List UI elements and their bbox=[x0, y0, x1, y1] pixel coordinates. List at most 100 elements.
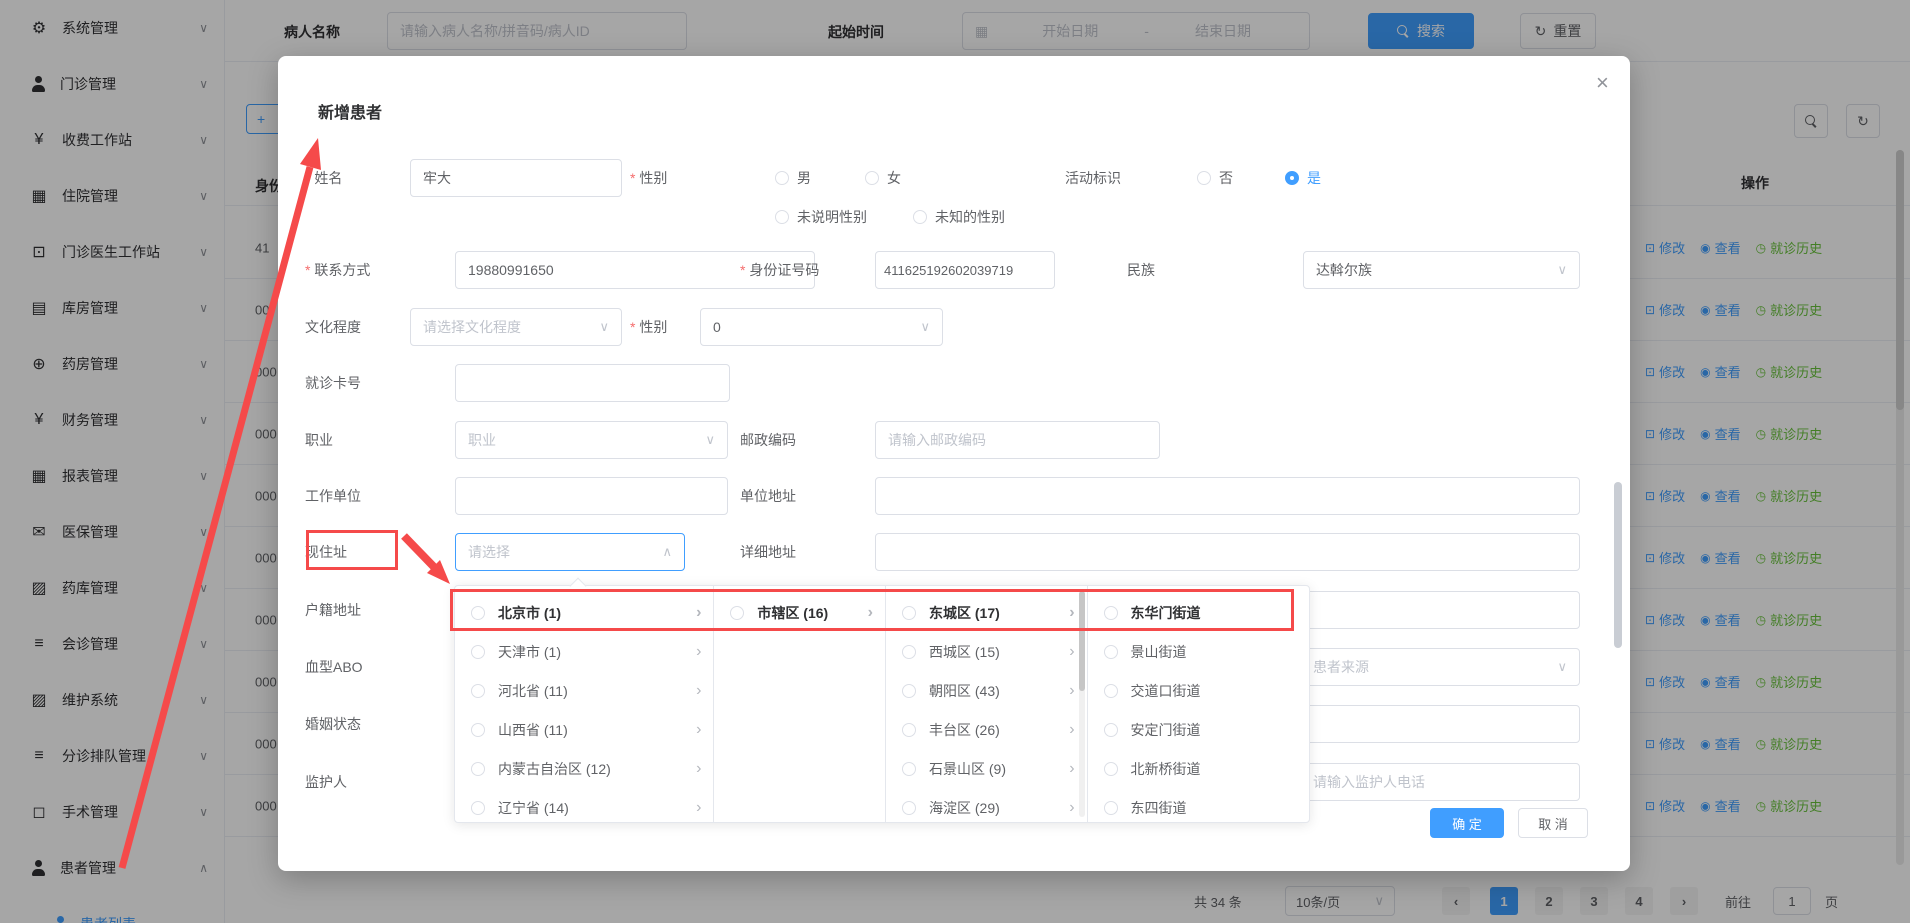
guardian-phone-input[interactable]: 请输入监护人电话 bbox=[1300, 763, 1580, 801]
chevron-down-icon: ∨ bbox=[1557, 262, 1567, 278]
cascader-option[interactable]: 景山街道 bbox=[1088, 632, 1309, 671]
radio-icon bbox=[902, 684, 916, 698]
ethnicity-select[interactable]: 达斡尔族∨ bbox=[1303, 251, 1580, 289]
current-address-cascader[interactable]: 请选择∧ bbox=[455, 533, 685, 571]
contact-label: 联系方式 bbox=[305, 263, 370, 277]
cascader-option-label: 北新桥街道 bbox=[1131, 759, 1201, 779]
unit-address-input[interactable] bbox=[875, 477, 1580, 515]
current-address-label: 现住址 bbox=[305, 545, 347, 559]
radio-checked-icon bbox=[1285, 171, 1299, 185]
unit-address-label: 单位地址 bbox=[740, 489, 796, 503]
cascader-option[interactable]: 山西省 (11)› bbox=[455, 710, 713, 749]
work-unit-input[interactable] bbox=[455, 477, 728, 515]
cancel-button[interactable]: 取 消 bbox=[1518, 808, 1588, 838]
radio-icon bbox=[1104, 723, 1118, 737]
radio-icon bbox=[775, 210, 789, 224]
cascader-option[interactable]: 东四街道 bbox=[1088, 788, 1309, 822]
chevron-right-icon: › bbox=[1069, 799, 1074, 817]
gender-radio-unknown[interactable]: 未知的性别 bbox=[913, 210, 1005, 224]
cascader-option[interactable]: 交道口街道 bbox=[1088, 671, 1309, 710]
radio-icon bbox=[471, 762, 485, 776]
chevron-right-icon: › bbox=[1069, 721, 1074, 739]
cascader-option[interactable]: 朝阳区 (43) › bbox=[886, 671, 1087, 710]
radio-icon bbox=[471, 723, 485, 737]
work-unit-label: 工作单位 bbox=[305, 489, 361, 503]
household-detail-input[interactable] bbox=[1300, 591, 1580, 629]
name-input[interactable]: 牢大 bbox=[410, 159, 622, 197]
chevron-up-icon: ∧ bbox=[662, 544, 672, 560]
radio-icon bbox=[1104, 606, 1118, 620]
active-flag-radio-yes[interactable]: 是 bbox=[1285, 171, 1321, 185]
cascader-column-3: 东城区 (17)›西城区 (15)›朝阳区 (43)›丰台区 (26)›石景山区… bbox=[886, 586, 1088, 822]
cascader-option[interactable]: 石景山区 (9)› bbox=[886, 749, 1087, 788]
cascader-option[interactable]: 西城区 (15)› bbox=[886, 632, 1087, 671]
chevron-right-icon: › bbox=[1069, 682, 1074, 700]
chevron-down-icon: ∨ bbox=[599, 319, 609, 335]
radio-icon bbox=[471, 606, 485, 620]
cascader-option-label: 辽宁省 (14) bbox=[498, 798, 569, 818]
radio-icon bbox=[902, 801, 916, 815]
chevron-right-icon: › bbox=[1069, 643, 1074, 661]
marital-status-label: 婚姻状态 bbox=[305, 717, 361, 731]
app-root: ⚙系统管理∨门诊管理∨¥收费工作站∨▦住院管理∨⊡门诊医生工作站∨▤库房管理∨⊕… bbox=[0, 0, 1910, 923]
cascader-option-label: 海淀区 (29) bbox=[929, 798, 1000, 818]
blood-abo-label: 血型ABO bbox=[305, 660, 363, 674]
radio-icon bbox=[902, 762, 916, 776]
cascader-option[interactable]: 东城区 (17)› bbox=[886, 593, 1087, 632]
detail-address-label: 详细地址 bbox=[740, 545, 796, 559]
postal-input[interactable]: 请输入邮政编码 bbox=[875, 421, 1160, 459]
cascader-option-label: 北京市 (1) bbox=[498, 603, 561, 623]
cascader-column-4: 东华门街道景山街道交道口街道安定门街道北新桥街道东四街道 bbox=[1088, 586, 1309, 822]
cascader-option[interactable]: 东华门街道 bbox=[1088, 593, 1309, 632]
gender-radio-female[interactable]: 女 bbox=[865, 171, 901, 185]
education-label: 文化程度 bbox=[305, 320, 361, 334]
chevron-right-icon: › bbox=[868, 604, 873, 622]
chevron-right-icon: › bbox=[1069, 760, 1074, 778]
patient-source-select[interactable]: 患者来源∨ bbox=[1300, 648, 1580, 686]
chevron-right-icon: › bbox=[696, 643, 701, 661]
confirm-button[interactable]: 确 定 bbox=[1430, 808, 1504, 838]
cascader-option-label: 山西省 (11) bbox=[498, 720, 568, 740]
modal-title: 新增患者 bbox=[318, 99, 382, 123]
cascader-option-label: 朝阳区 (43) bbox=[929, 681, 1000, 701]
cascader-option-label: 河北省 (11) bbox=[498, 681, 568, 701]
gender-code-select[interactable]: 0∨ bbox=[700, 308, 943, 346]
cascader-option[interactable]: 市辖区 (16)› bbox=[714, 593, 885, 632]
visit-card-input[interactable] bbox=[455, 364, 730, 402]
ethnicity-label: 民族 bbox=[1127, 263, 1155, 277]
close-icon[interactable]: × bbox=[1596, 70, 1609, 96]
cascader-option[interactable]: 海淀区 (29) › bbox=[886, 788, 1087, 822]
cascader-option-label: 东华门街道 bbox=[1131, 603, 1201, 623]
radio-icon bbox=[902, 723, 916, 737]
radio-icon bbox=[1104, 645, 1118, 659]
cascader-scrollbar-thumb[interactable] bbox=[1079, 591, 1085, 691]
active-flag-radio-no[interactable]: 否 bbox=[1197, 171, 1233, 185]
cascader-option[interactable]: 内蒙古自治区 (12)› bbox=[455, 749, 713, 788]
chevron-right-icon: › bbox=[696, 799, 701, 817]
id-number-input[interactable]: 411625192602039719 bbox=[875, 251, 1055, 289]
name-label: 姓名 bbox=[305, 171, 342, 185]
radio-icon bbox=[471, 684, 485, 698]
postal-label: 邮政编码 bbox=[740, 433, 796, 447]
cascader-option[interactable]: 北京市 (1) › bbox=[455, 593, 713, 632]
radio-icon bbox=[1104, 684, 1118, 698]
radio-icon bbox=[913, 210, 927, 224]
occupation-select[interactable]: 职业∨ bbox=[455, 421, 728, 459]
cascader-option[interactable]: 天津市 (1)› bbox=[455, 632, 713, 671]
education-select[interactable]: 请选择文化程度∨ bbox=[410, 308, 622, 346]
gender-radio-unspecified[interactable]: 未说明性别 bbox=[775, 210, 867, 224]
cascader-option[interactable]: 丰台区 (26) › bbox=[886, 710, 1087, 749]
gender-radio-male[interactable]: 男 bbox=[775, 171, 811, 185]
marital-right-input[interactable] bbox=[1300, 705, 1580, 743]
gender-code-label: 性别 bbox=[630, 320, 667, 334]
detail-address-input[interactable] bbox=[875, 533, 1580, 571]
id-number-label: 身份证号码 bbox=[740, 263, 819, 277]
cascader-option-label: 东四街道 bbox=[1131, 798, 1187, 818]
cascader-option[interactable]: 辽宁省 (14) › bbox=[455, 788, 713, 822]
cascader-option[interactable]: 北新桥街道 bbox=[1088, 749, 1309, 788]
cascader-option[interactable]: 安定门街道 bbox=[1088, 710, 1309, 749]
chevron-right-icon: › bbox=[696, 604, 701, 622]
modal-scrollbar-thumb[interactable] bbox=[1614, 482, 1622, 648]
cascader-option[interactable]: 河北省 (11)› bbox=[455, 671, 713, 710]
cascader-option-label: 丰台区 (26) bbox=[929, 720, 1000, 740]
